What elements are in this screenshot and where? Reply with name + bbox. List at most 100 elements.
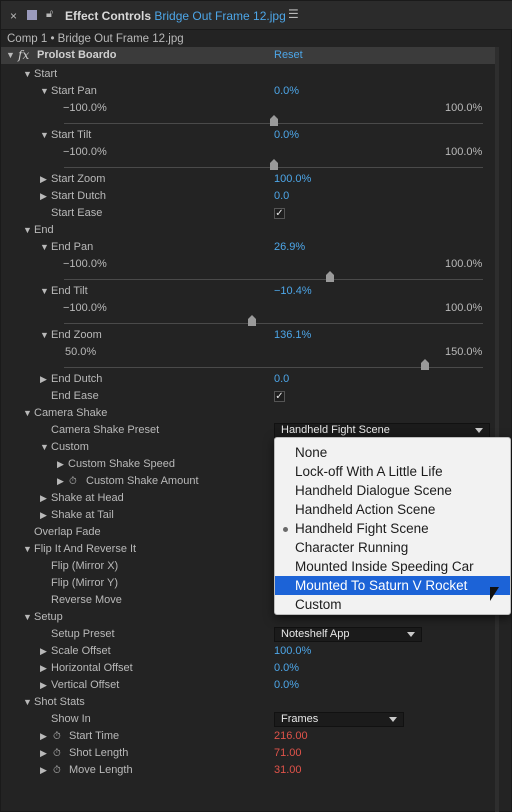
fx-icon[interactable]: fx bbox=[18, 47, 29, 64]
prop-start-pan[interactable]: ▼ Start Pan 0.0% bbox=[1, 83, 495, 100]
collapsed-triangle-icon[interactable]: ▶ bbox=[40, 660, 47, 677]
prop-start-ease[interactable]: Start Ease ✓ bbox=[1, 205, 495, 222]
prop-start-zoom[interactable]: ▶ Start Zoom 100.0% bbox=[1, 171, 495, 188]
lock-icon[interactable]: 🔓︎ bbox=[46, 8, 53, 21]
expand-triangle-icon[interactable]: ▼ bbox=[23, 694, 32, 711]
prop-value[interactable]: −10.4% bbox=[274, 283, 312, 300]
setup-preset-dropdown[interactable]: Noteshelf App bbox=[274, 627, 422, 642]
menu-item[interactable]: Character Running bbox=[275, 538, 510, 557]
prop-start-tilt[interactable]: ▼ Start Tilt 0.0% bbox=[1, 127, 495, 144]
expand-triangle-icon[interactable]: ▼ bbox=[40, 239, 49, 256]
menu-item[interactable]: Handheld Action Scene bbox=[275, 500, 510, 519]
expand-triangle-icon[interactable]: ▼ bbox=[40, 83, 49, 100]
prop-end-dutch[interactable]: ▶ End Dutch 0.0 bbox=[1, 371, 495, 388]
prop-end-zoom[interactable]: ▼ End Zoom 136.1% bbox=[1, 327, 495, 344]
prop-value[interactable]: 31.00 bbox=[274, 762, 302, 779]
expand-triangle-icon[interactable]: ▼ bbox=[40, 439, 49, 456]
collapsed-triangle-icon[interactable]: ▶ bbox=[40, 728, 47, 745]
prop-value[interactable]: 0.0% bbox=[274, 677, 299, 694]
prop-move-length[interactable]: ▶ ⏱︎ Move Length 31.00 bbox=[1, 762, 495, 779]
group-end[interactable]: ▼ End bbox=[1, 222, 495, 239]
collapsed-triangle-icon[interactable]: ▶ bbox=[40, 371, 47, 388]
menu-item[interactable]: Handheld Dialogue Scene bbox=[275, 481, 510, 500]
stopwatch-icon[interactable]: ⏱︎ bbox=[53, 745, 61, 762]
prop-value[interactable]: 0.0 bbox=[274, 188, 289, 205]
prop-value[interactable]: 0.0 bbox=[274, 371, 289, 388]
expand-triangle-icon[interactable]: ▼ bbox=[23, 405, 32, 422]
prop-label: Start Ease bbox=[51, 207, 103, 219]
prop-value[interactable]: 216.00 bbox=[274, 728, 308, 745]
menu-item[interactable]: Mounted To Saturn V Rocket bbox=[275, 576, 510, 595]
group-shot-stats[interactable]: ▼ Shot Stats bbox=[1, 694, 495, 711]
effect-header-row[interactable]: ▼ fx Prolost Boardo Reset bbox=[1, 47, 495, 64]
expand-triangle-icon[interactable]: ▼ bbox=[6, 47, 15, 64]
prop-end-pan[interactable]: ▼ End Pan 26.9% bbox=[1, 239, 495, 256]
prop-end-tilt[interactable]: ▼ End Tilt −10.4% bbox=[1, 283, 495, 300]
prop-value[interactable]: 136.1% bbox=[274, 327, 311, 344]
slider-max: 150.0% bbox=[445, 346, 483, 358]
group-label: Setup bbox=[34, 611, 63, 623]
prop-label: Reverse Move bbox=[51, 594, 122, 606]
expand-triangle-icon[interactable]: ▼ bbox=[40, 327, 49, 344]
prop-scale-offset[interactable]: ▶ Scale Offset 100.0% bbox=[1, 643, 495, 660]
collapsed-triangle-icon[interactable]: ▶ bbox=[40, 762, 47, 779]
prop-end-ease[interactable]: End Ease ✓ bbox=[1, 388, 495, 405]
panel-menu-icon[interactable]: ☰ bbox=[288, 7, 299, 21]
property-list: ▼ fx Prolost Boardo Reset ▼ Start ▼ Star… bbox=[1, 47, 499, 812]
collapsed-triangle-icon[interactable]: ▶ bbox=[40, 507, 47, 524]
prop-label: Show In bbox=[51, 713, 91, 725]
slider-track[interactable] bbox=[64, 323, 483, 324]
expand-triangle-icon[interactable]: ▼ bbox=[40, 127, 49, 144]
prop-value[interactable]: 71.00 bbox=[274, 745, 302, 762]
menu-item[interactable]: Lock-off With A Little Life bbox=[275, 462, 510, 481]
collapsed-triangle-icon[interactable]: ▶ bbox=[40, 171, 47, 188]
expand-triangle-icon[interactable]: ▼ bbox=[23, 66, 32, 83]
scrollbar[interactable] bbox=[495, 47, 499, 812]
stopwatch-icon[interactable]: ⏱︎ bbox=[53, 728, 61, 745]
dropdown-value: Frames bbox=[281, 713, 319, 725]
collapsed-triangle-icon[interactable]: ▶ bbox=[40, 745, 47, 762]
collapsed-triangle-icon[interactable]: ▶ bbox=[57, 456, 64, 473]
group-camera-shake[interactable]: ▼ Camera Shake bbox=[1, 405, 495, 422]
menu-item[interactable]: Handheld Fight Scene bbox=[275, 519, 510, 538]
prop-start-dutch[interactable]: ▶ Start Dutch 0.0 bbox=[1, 188, 495, 205]
reset-link[interactable]: Reset bbox=[274, 47, 303, 64]
prop-value[interactable]: 100.0% bbox=[274, 171, 311, 188]
expand-triangle-icon[interactable]: ▼ bbox=[23, 222, 32, 239]
stopwatch-icon[interactable]: ⏱︎ bbox=[69, 473, 77, 490]
expand-triangle-icon[interactable]: ▼ bbox=[23, 609, 32, 626]
prop-label: Camera Shake Preset bbox=[51, 424, 160, 436]
prop-value[interactable]: 0.0% bbox=[274, 83, 299, 100]
prop-label: Flip (Mirror X) bbox=[51, 560, 119, 572]
menu-item[interactable]: Mounted Inside Speeding Car bbox=[275, 557, 510, 576]
end-ease-checkbox[interactable]: ✓ bbox=[274, 391, 285, 402]
show-in-dropdown[interactable]: Frames bbox=[274, 712, 404, 727]
prop-value[interactable]: 100.0% bbox=[274, 643, 311, 660]
prop-vertical-offset[interactable]: ▶ Vertical Offset 0.0% bbox=[1, 677, 495, 694]
start-ease-checkbox[interactable]: ✓ bbox=[274, 208, 285, 219]
prop-horizontal-offset[interactable]: ▶ Horizontal Offset 0.0% bbox=[1, 660, 495, 677]
prop-value[interactable]: 26.9% bbox=[274, 239, 305, 256]
slider-track[interactable] bbox=[64, 279, 483, 280]
panel-title[interactable]: Effect Controls Bridge Out Frame 12.jpg bbox=[65, 9, 286, 23]
menu-item[interactable]: None bbox=[275, 443, 510, 462]
stopwatch-icon[interactable]: ⏱︎ bbox=[53, 762, 61, 779]
prop-start-time[interactable]: ▶ ⏱︎ Start Time 216.00 bbox=[1, 728, 495, 745]
close-icon[interactable]: × bbox=[10, 9, 17, 23]
camera-shake-preset-dropdown[interactable]: Handheld Fight Scene bbox=[274, 423, 490, 438]
collapsed-triangle-icon[interactable]: ▶ bbox=[40, 677, 47, 694]
menu-item-label: Mounted To Saturn V Rocket bbox=[295, 578, 468, 593]
prop-value[interactable]: 0.0% bbox=[274, 660, 299, 677]
prop-setup-preset[interactable]: Setup Preset Noteshelf App bbox=[1, 626, 495, 643]
menu-item[interactable]: Custom bbox=[275, 595, 510, 614]
expand-triangle-icon[interactable]: ▼ bbox=[40, 283, 49, 300]
prop-shot-length[interactable]: ▶ ⏱︎ Shot Length 71.00 bbox=[1, 745, 495, 762]
collapsed-triangle-icon[interactable]: ▶ bbox=[40, 490, 47, 507]
collapsed-triangle-icon[interactable]: ▶ bbox=[57, 473, 64, 490]
prop-value[interactable]: 0.0% bbox=[274, 127, 299, 144]
collapsed-triangle-icon[interactable]: ▶ bbox=[40, 643, 47, 660]
collapsed-triangle-icon[interactable]: ▶ bbox=[40, 188, 47, 205]
prop-show-in[interactable]: Show In Frames bbox=[1, 711, 495, 728]
expand-triangle-icon[interactable]: ▼ bbox=[23, 541, 32, 558]
group-start[interactable]: ▼ Start bbox=[1, 66, 495, 83]
